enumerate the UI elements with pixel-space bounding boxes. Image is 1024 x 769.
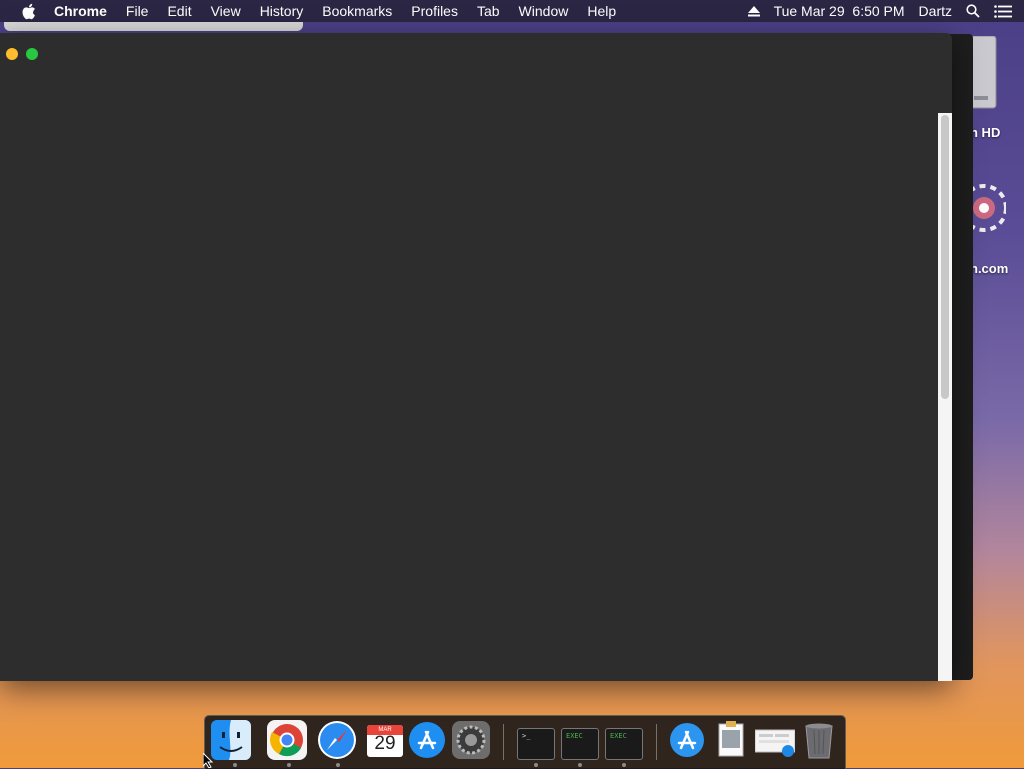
browser-tab-strip[interactable] <box>4 22 303 31</box>
safari-icon <box>318 721 356 759</box>
menu-tab[interactable]: Tab <box>477 3 500 19</box>
system-preferences-icon <box>452 721 490 759</box>
applications-folder-icon <box>670 723 704 757</box>
console-icon: EXEC <box>561 728 599 760</box>
dock-separator <box>656 724 657 760</box>
terminal-icon: >_ <box>517 728 555 760</box>
console-glyph: EXEC <box>610 732 627 740</box>
dock-console[interactable]: EXEC <box>603 720 643 760</box>
calendar-day: 29 <box>374 733 396 754</box>
running-indicator <box>336 763 340 767</box>
terminal-prompt: >_ <box>522 732 531 740</box>
vertical-scrollbar[interactable] <box>938 113 952 681</box>
menu-bar: Chrome File Edit View History Bookmarks … <box>0 0 1024 22</box>
app-store-icon <box>409 722 445 758</box>
menu-history[interactable]: History <box>260 3 304 19</box>
menu-help[interactable]: Help <box>587 3 616 19</box>
dock-chrome[interactable] <box>267 720 307 760</box>
menu-file[interactable]: File <box>126 3 149 19</box>
dock-separator <box>503 724 504 760</box>
minimize-button[interactable] <box>6 48 18 60</box>
user-name[interactable]: Dartz <box>919 3 952 19</box>
dock: MAR 29 >_ EXEC EXEC <box>204 715 846 769</box>
menu-bookmarks[interactable]: Bookmarks <box>322 3 392 19</box>
dock-finder[interactable] <box>211 720 251 760</box>
dock-system-preferences[interactable] <box>451 720 491 760</box>
clock[interactable]: Tue Mar 29 6:50 PM <box>774 3 905 19</box>
download-stack-icon <box>754 729 796 757</box>
preview-icon <box>718 721 744 757</box>
dock-downloads[interactable] <box>754 720 796 760</box>
dock-terminal[interactable]: >_ <box>515 720 555 760</box>
apple-icon[interactable] <box>19 2 37 20</box>
dock-safari[interactable] <box>317 720 357 760</box>
status-area: Tue Mar 29 6:50 PM Dartz <box>747 0 1024 22</box>
console-icon: EXEC <box>605 728 643 760</box>
dock-app-store[interactable] <box>407 720 447 760</box>
scrollbar-thumb[interactable] <box>941 115 949 399</box>
notification-center-icon[interactable] <box>994 4 1012 18</box>
mouse-cursor-icon <box>203 753 214 768</box>
console-glyph: EXEC <box>566 732 583 740</box>
dock-applications[interactable] <box>667 720 707 760</box>
calendar-icon: MAR 29 <box>367 725 403 757</box>
desktop-icon-label: n.com <box>970 261 1009 276</box>
desktop-icon-label: h HD <box>970 125 1001 140</box>
menu-profiles[interactable]: Profiles <box>411 3 458 19</box>
app-shortcut-icon <box>960 172 1008 249</box>
running-indicator <box>534 763 538 767</box>
dock-trash[interactable] <box>799 720 839 760</box>
hard-drive-icon <box>969 35 1000 115</box>
spotlight-icon[interactable] <box>966 4 980 18</box>
menu-app-name[interactable]: Chrome <box>54 3 107 19</box>
menu-window[interactable]: Window <box>519 3 569 19</box>
chrome-icon <box>267 720 307 760</box>
dock-console[interactable]: EXEC <box>559 720 599 760</box>
eject-icon[interactable] <box>747 5 760 17</box>
chrome-window[interactable] <box>0 33 952 681</box>
dock-calendar[interactable]: MAR 29 <box>365 720 405 760</box>
running-indicator <box>287 763 291 767</box>
menu-view[interactable]: View <box>211 3 241 19</box>
running-indicator <box>622 763 626 767</box>
running-indicator <box>233 763 237 767</box>
dock-preview[interactable] <box>711 720 751 760</box>
menu-edit[interactable]: Edit <box>167 3 191 19</box>
running-indicator <box>578 763 582 767</box>
trash-icon <box>805 723 833 759</box>
zoom-button[interactable] <box>26 48 38 60</box>
finder-icon <box>211 720 251 760</box>
